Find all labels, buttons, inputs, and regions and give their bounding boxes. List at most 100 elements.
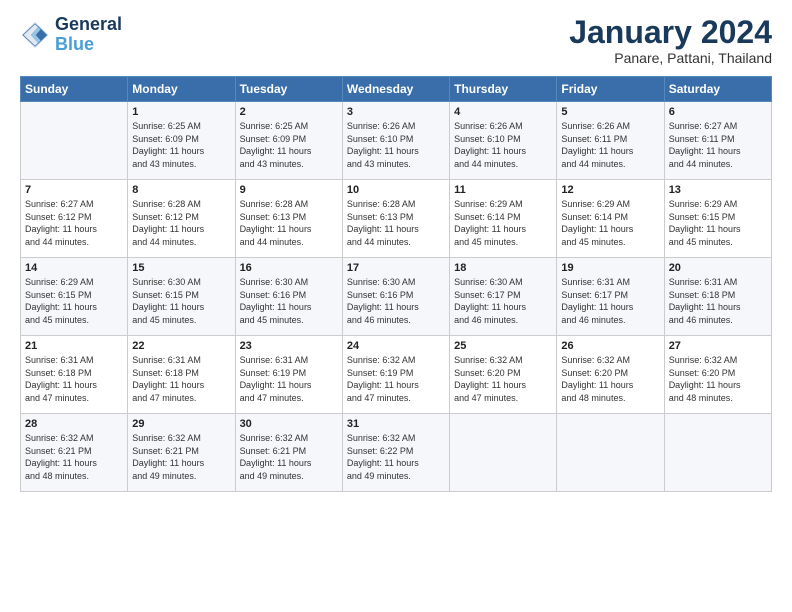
day-number: 27 [669,340,767,352]
header: General Blue January 2024 Panare, Pattan… [20,15,772,66]
calendar-week-3: 14 Sunrise: 6:29 AM Sunset: 6:15 PM Dayli… [21,258,772,336]
calendar-cell [21,102,128,180]
weekday-header-row: SundayMondayTuesdayWednesdayThursdayFrid… [21,77,772,102]
day-number: 15 [132,262,230,274]
day-info: Sunrise: 6:30 AM Sunset: 6:15 PM Dayligh… [132,276,230,326]
day-number: 10 [347,184,445,196]
day-info: Sunrise: 6:29 AM Sunset: 6:15 PM Dayligh… [669,198,767,248]
calendar-cell: 12 Sunrise: 6:29 AM Sunset: 6:14 PM Dayli… [557,180,664,258]
day-info: Sunrise: 6:25 AM Sunset: 6:09 PM Dayligh… [132,120,230,170]
calendar-cell: 13 Sunrise: 6:29 AM Sunset: 6:15 PM Dayli… [664,180,771,258]
day-info: Sunrise: 6:32 AM Sunset: 6:20 PM Dayligh… [669,354,767,404]
calendar-cell: 1 Sunrise: 6:25 AM Sunset: 6:09 PM Daylig… [128,102,235,180]
calendar-cell: 11 Sunrise: 6:29 AM Sunset: 6:14 PM Dayli… [450,180,557,258]
calendar-cell: 25 Sunrise: 6:32 AM Sunset: 6:20 PM Dayli… [450,336,557,414]
day-info: Sunrise: 6:31 AM Sunset: 6:18 PM Dayligh… [132,354,230,404]
calendar-cell: 29Sunrise: 6:32 AM Sunset: 6:21 PM Dayli… [128,414,235,492]
day-number: 25 [454,340,552,352]
calendar-cell: 28Sunrise: 6:32 AM Sunset: 6:21 PM Dayli… [21,414,128,492]
day-info: Sunrise: 6:31 AM Sunset: 6:19 PM Dayligh… [240,354,338,404]
day-info: Sunrise: 6:31 AM Sunset: 6:17 PM Dayligh… [561,276,659,326]
day-info: Sunrise: 6:32 AM Sunset: 6:20 PM Dayligh… [454,354,552,404]
calendar-cell: 24 Sunrise: 6:32 AM Sunset: 6:19 PM Dayli… [342,336,449,414]
calendar-cell: 19 Sunrise: 6:31 AM Sunset: 6:17 PM Dayli… [557,258,664,336]
calendar-week-2: 7 Sunrise: 6:27 AM Sunset: 6:12 PM Daylig… [21,180,772,258]
day-info: Sunrise: 6:27 AM Sunset: 6:11 PM Dayligh… [669,120,767,170]
logo-icon [20,20,50,50]
calendar-cell: 9 Sunrise: 6:28 AM Sunset: 6:13 PM Daylig… [235,180,342,258]
weekday-header-friday: Friday [557,77,664,102]
weekday-header-tuesday: Tuesday [235,77,342,102]
day-info: Sunrise: 6:31 AM Sunset: 6:18 PM Dayligh… [669,276,767,326]
day-number: 20 [669,262,767,274]
calendar-cell: 26 Sunrise: 6:32 AM Sunset: 6:20 PM Dayli… [557,336,664,414]
day-number: 29 [132,418,230,430]
calendar-cell: 4Sunrise: 6:26 AM Sunset: 6:10 PM Daylig… [450,102,557,180]
day-info: Sunrise: 6:30 AM Sunset: 6:16 PM Dayligh… [240,276,338,326]
day-number: 19 [561,262,659,274]
page: General Blue January 2024 Panare, Pattan… [0,0,792,612]
day-number: 9 [240,184,338,196]
day-info: Sunrise: 6:28 AM Sunset: 6:13 PM Dayligh… [240,198,338,248]
day-number: 11 [454,184,552,196]
day-info: Sunrise: 6:27 AM Sunset: 6:12 PM Dayligh… [25,198,123,248]
calendar-cell: 10 Sunrise: 6:28 AM Sunset: 6:13 PM Dayli… [342,180,449,258]
month-title: January 2024 [569,15,772,50]
title-block: January 2024 Panare, Pattani, Thailand [569,15,772,66]
calendar-cell: 30Sunrise: 6:32 AM Sunset: 6:21 PM Dayli… [235,414,342,492]
day-number: 6 [669,106,767,118]
calendar-cell [450,414,557,492]
day-info: Sunrise: 6:26 AM Sunset: 6:10 PM Dayligh… [454,120,552,170]
day-number: 12 [561,184,659,196]
weekday-header-saturday: Saturday [664,77,771,102]
day-number: 3 [347,106,445,118]
day-info: Sunrise: 6:31 AM Sunset: 6:18 PM Dayligh… [25,354,123,404]
day-number: 22 [132,340,230,352]
day-number: 17 [347,262,445,274]
day-number: 23 [240,340,338,352]
weekday-header-thursday: Thursday [450,77,557,102]
calendar-cell: 6 Sunrise: 6:27 AM Sunset: 6:11 PM Daylig… [664,102,771,180]
calendar-table: SundayMondayTuesdayWednesdayThursdayFrid… [20,76,772,492]
day-number: 14 [25,262,123,274]
day-info: Sunrise: 6:29 AM Sunset: 6:15 PM Dayligh… [25,276,123,326]
calendar-cell: 20 Sunrise: 6:31 AM Sunset: 6:18 PM Dayli… [664,258,771,336]
day-info: Sunrise: 6:26 AM Sunset: 6:10 PM Dayligh… [347,120,445,170]
day-info: Sunrise: 6:28 AM Sunset: 6:13 PM Dayligh… [347,198,445,248]
day-info: Sunrise: 6:30 AM Sunset: 6:16 PM Dayligh… [347,276,445,326]
day-info: Sunrise: 6:29 AM Sunset: 6:14 PM Dayligh… [561,198,659,248]
weekday-header-monday: Monday [128,77,235,102]
day-number: 7 [25,184,123,196]
day-number: 8 [132,184,230,196]
calendar-cell: 8 Sunrise: 6:28 AM Sunset: 6:12 PM Daylig… [128,180,235,258]
calendar-cell: 16Sunrise: 6:30 AM Sunset: 6:16 PM Dayli… [235,258,342,336]
weekday-header-sunday: Sunday [21,77,128,102]
day-number: 31 [347,418,445,430]
calendar-cell: 27 Sunrise: 6:32 AM Sunset: 6:20 PM Dayli… [664,336,771,414]
calendar-cell: 31Sunrise: 6:32 AM Sunset: 6:22 PM Dayli… [342,414,449,492]
day-number: 1 [132,106,230,118]
calendar-cell [557,414,664,492]
weekday-header-wednesday: Wednesday [342,77,449,102]
calendar-cell: 3 Sunrise: 6:26 AM Sunset: 6:10 PM Daylig… [342,102,449,180]
day-number: 26 [561,340,659,352]
subtitle: Panare, Pattani, Thailand [569,50,772,66]
calendar-week-5: 28Sunrise: 6:32 AM Sunset: 6:21 PM Dayli… [21,414,772,492]
day-number: 24 [347,340,445,352]
day-info: Sunrise: 6:28 AM Sunset: 6:12 PM Dayligh… [132,198,230,248]
day-info: Sunrise: 6:32 AM Sunset: 6:19 PM Dayligh… [347,354,445,404]
day-info: Sunrise: 6:26 AM Sunset: 6:11 PM Dayligh… [561,120,659,170]
calendar-cell: 7 Sunrise: 6:27 AM Sunset: 6:12 PM Daylig… [21,180,128,258]
calendar-week-4: 21 Sunrise: 6:31 AM Sunset: 6:18 PM Dayli… [21,336,772,414]
day-info: Sunrise: 6:29 AM Sunset: 6:14 PM Dayligh… [454,198,552,248]
day-number: 21 [25,340,123,352]
logo: General Blue [20,15,122,55]
calendar-cell: 21 Sunrise: 6:31 AM Sunset: 6:18 PM Dayli… [21,336,128,414]
day-info: Sunrise: 6:32 AM Sunset: 6:20 PM Dayligh… [561,354,659,404]
calendar-cell: 2Sunrise: 6:25 AM Sunset: 6:09 PM Daylig… [235,102,342,180]
calendar-week-1: 1 Sunrise: 6:25 AM Sunset: 6:09 PM Daylig… [21,102,772,180]
day-number: 13 [669,184,767,196]
calendar-cell: 5Sunrise: 6:26 AM Sunset: 6:11 PM Daylig… [557,102,664,180]
day-number: 28 [25,418,123,430]
day-info: Sunrise: 6:30 AM Sunset: 6:17 PM Dayligh… [454,276,552,326]
